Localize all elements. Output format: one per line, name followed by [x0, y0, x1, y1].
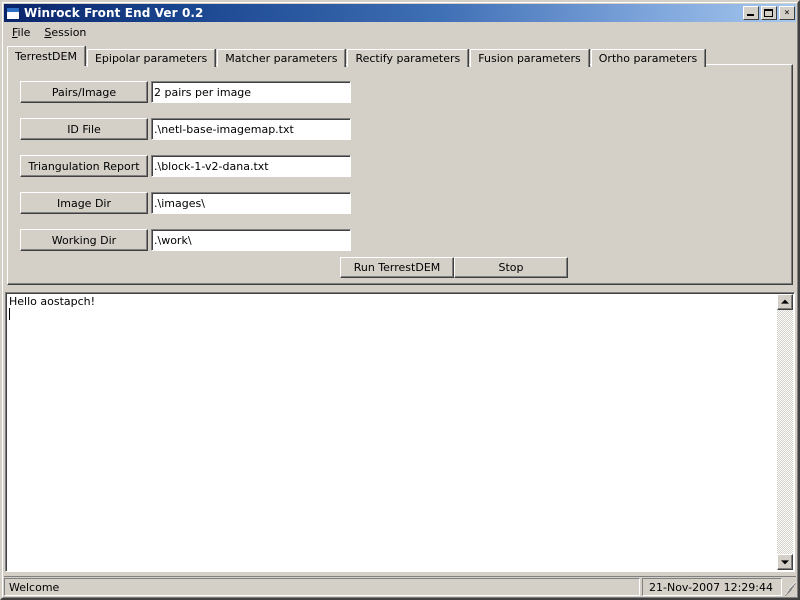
tab-matcher-parameters[interactable]: Matcher parameters: [217, 49, 346, 67]
maximize-button[interactable]: [761, 6, 777, 20]
triangulation-report-field[interactable]: [151, 155, 351, 177]
log-output-panel[interactable]: Hello aostapch!: [5, 292, 795, 572]
log-output-text: Hello aostapch!: [9, 295, 774, 569]
window-title: Winrock Front End Ver 0.2: [24, 6, 204, 20]
close-button[interactable]: ×: [779, 6, 795, 20]
scroll-down-button[interactable]: [777, 554, 793, 570]
tab-page-inner: Pairs/Image ID File Triangulation Report: [8, 65, 792, 284]
working-dir-field[interactable]: [151, 229, 351, 251]
working-dir-button[interactable]: Working Dir: [20, 229, 148, 251]
run-terrestdem-button[interactable]: Run TerrestDEM: [340, 257, 454, 278]
status-message: Welcome: [4, 578, 640, 596]
title-bar[interactable]: Winrock Front End Ver 0.2 ×: [4, 4, 796, 22]
pairs-per-image-button[interactable]: Pairs/Image: [20, 81, 148, 103]
scroll-up-icon: [781, 299, 789, 304]
status-bar: Welcome 21-Nov-2007 12:29:44: [4, 576, 797, 597]
text-caret: [9, 308, 10, 320]
tab-ortho-parameters[interactable]: Ortho parameters: [590, 49, 706, 67]
menu-bar: File Session: [5, 24, 795, 41]
triangulation-report-input[interactable]: [154, 157, 347, 175]
pairs-per-image-input[interactable]: [154, 83, 347, 101]
tab-terrestdem[interactable]: TerrestDEM: [7, 46, 85, 66]
button-label: Stop: [498, 261, 524, 274]
close-icon: ×: [784, 7, 790, 18]
tab-epipolar-parameters[interactable]: Epipolar parameters: [86, 49, 216, 67]
window-icon: [6, 6, 20, 20]
scroll-up-button[interactable]: [777, 294, 793, 310]
image-dir-button[interactable]: Image Dir: [20, 192, 148, 214]
tab-label: Epipolar parameters: [94, 52, 208, 65]
tab-strip: TerrestDEM Epipolar parameters Matcher p…: [7, 46, 793, 67]
button-label: Working Dir: [51, 233, 117, 247]
triangulation-report-button[interactable]: Triangulation Report: [20, 155, 148, 177]
tab-label: Fusion parameters: [478, 52, 581, 65]
status-datetime: 21-Nov-2007 12:29:44: [642, 578, 782, 596]
image-dir-field[interactable]: [151, 192, 351, 214]
id-file-field[interactable]: [151, 118, 351, 140]
tab-page-terrestdem: Pairs/Image ID File Triangulation Report: [7, 64, 793, 285]
id-file-input[interactable]: [154, 120, 347, 138]
application-window: Winrock Front End Ver 0.2 × File Session…: [0, 0, 800, 600]
id-file-button[interactable]: ID File: [20, 118, 148, 140]
stop-button[interactable]: Stop: [454, 257, 568, 278]
button-label: ID File: [67, 122, 101, 136]
menu-item-session[interactable]: Session: [37, 25, 93, 41]
menu-item-file[interactable]: File: [5, 25, 37, 41]
action-button-group: Run TerrestDEM Stop: [340, 257, 568, 278]
button-label: Run TerrestDEM: [353, 261, 441, 274]
working-dir-input[interactable]: [154, 231, 347, 249]
maximize-icon: [764, 9, 773, 17]
tab-label: Ortho parameters: [598, 52, 698, 65]
tab-rectify-parameters[interactable]: Rectify parameters: [347, 49, 469, 67]
button-label: Pairs/Image: [51, 85, 117, 99]
tab-label: Rectify parameters: [355, 52, 461, 65]
window-controls: ×: [743, 6, 795, 20]
button-label: Image Dir: [57, 196, 111, 210]
log-line: Hello aostapch!: [9, 295, 96, 308]
log-vertical-scrollbar[interactable]: [777, 294, 793, 570]
button-label: Triangulation Report: [28, 159, 140, 173]
tab-fusion-parameters[interactable]: Fusion parameters: [470, 49, 589, 67]
minimize-button[interactable]: [743, 6, 759, 20]
pairs-per-image-field[interactable]: [151, 81, 351, 103]
minimize-icon: [747, 14, 754, 16]
resize-grip-icon[interactable]: [782, 578, 797, 597]
tab-label: Matcher parameters: [225, 52, 338, 65]
scroll-down-icon: [781, 560, 789, 565]
tab-label: TerrestDEM: [15, 50, 77, 63]
image-dir-input[interactable]: [154, 194, 347, 212]
